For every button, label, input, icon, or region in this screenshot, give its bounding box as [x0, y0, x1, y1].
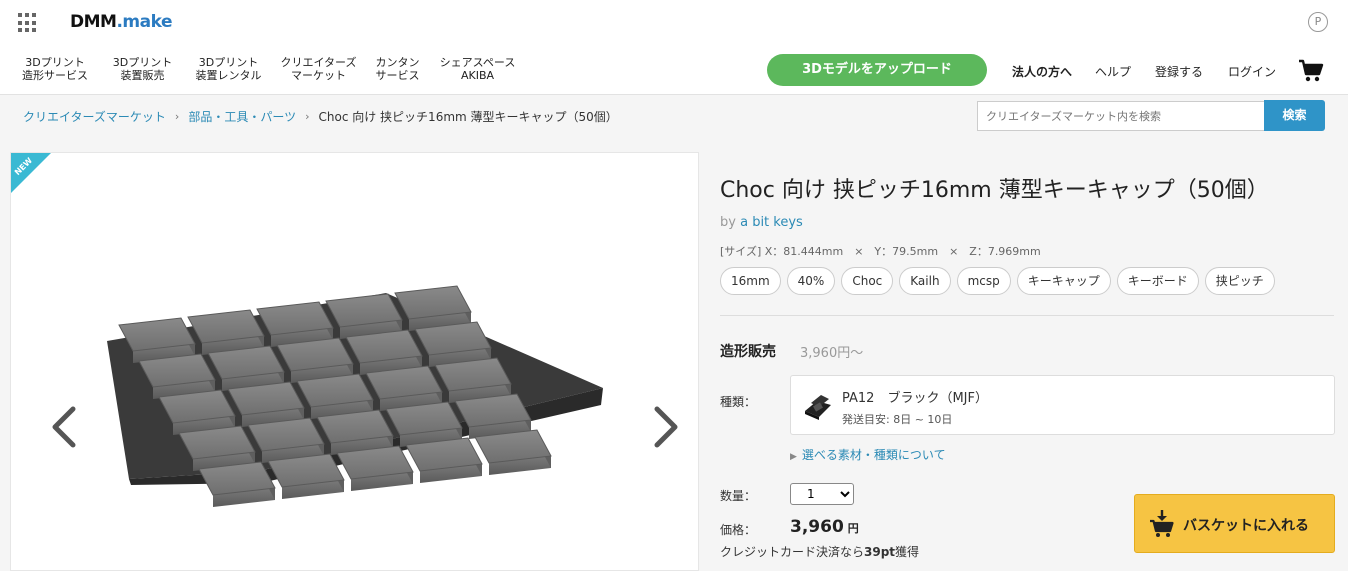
breadcrumb-separator-icon: › [174, 110, 180, 123]
logo-main: DMM [70, 12, 117, 32]
nav-item-easy-service[interactable]: カンタン サービス [365, 56, 430, 82]
price-label: 価格： [720, 523, 757, 537]
price-unit: 円 [847, 522, 859, 535]
material-thumbnail-icon [805, 395, 831, 420]
nav-label-line2: 装置販売 [120, 69, 165, 82]
credit-point-note: クレジットカード決済なら39pt獲得 [720, 543, 919, 560]
site-header: DMM.make P 3Dプリント 造形サービス 3Dプリント 装置販売 3Dプ… [0, 0, 1348, 95]
next-image-icon[interactable] [651, 405, 681, 449]
material-info-link[interactable]: ▶ 選べる素材・種類について [790, 446, 946, 463]
nav-item-creators-market[interactable]: クリエイターズ マーケット [272, 56, 365, 82]
material-name: PA12 ブラック（MJF） [842, 391, 988, 406]
product-image-viewer: NEW [10, 152, 699, 571]
credit-suffix: 獲得 [895, 545, 920, 559]
product-size: [サイズ] X：81.444mm × Y：79.5mm × Z：7.969mm [720, 245, 1041, 258]
price-value: 3,960 円 [790, 517, 859, 537]
logo-suffix: .make [116, 12, 172, 32]
material-selector[interactable]: PA12 ブラック（MJF） 発送目安: 8日 ~ 10日 [790, 375, 1335, 435]
nav-label-line1: カンタン [375, 56, 420, 69]
nav-label-line2: サービス [375, 69, 420, 82]
material-info-label: 選べる素材・種類について [801, 448, 946, 462]
divider [720, 315, 1334, 316]
tag[interactable]: 16mm [720, 267, 781, 295]
tag[interactable]: mcsp [956, 267, 1011, 295]
tag[interactable]: キーボード [1116, 267, 1199, 295]
price-number: 3,960 [790, 517, 844, 537]
author-prefix: by [720, 215, 736, 230]
tag-list: 16mm 40% Choc Kailh mcsp キーキャップ キーボード 挟ピ… [720, 267, 1281, 295]
section-title: 造形販売 [720, 344, 776, 360]
cart-icon[interactable] [1298, 58, 1324, 84]
product-title: Choc 向け 挟ピッチ16mm 薄型キーキャップ（50個） [720, 178, 1269, 203]
product-author: by a bit keys [720, 215, 803, 230]
search-input[interactable] [977, 101, 1265, 131]
breadcrumb: クリエイターズマーケット › 部品・工具・パーツ › Choc 向け 挟ピッチ1… [23, 108, 618, 125]
app-grid-icon[interactable] [18, 13, 38, 33]
search-button[interactable]: 検索 [1264, 100, 1325, 131]
tag[interactable]: 40% [786, 267, 836, 295]
credit-points: 39pt [864, 545, 896, 559]
main-nav: 3Dプリント 造形サービス 3Dプリント 装置販売 3Dプリント 装置レンタル … [10, 56, 525, 82]
nav-label-line1: 3Dプリント [25, 56, 85, 69]
nav-item-print-service[interactable]: 3Dプリント 造形サービス [10, 56, 100, 82]
login-link[interactable]: ログイン [1228, 63, 1276, 80]
credit-prefix: クレジットカード決済なら [720, 545, 865, 559]
nav-label-line1: 3Dプリント [112, 56, 173, 69]
quantity-select[interactable]: 1 [790, 483, 854, 505]
material-shipping: 発送目安: 8日 ~ 10日 [842, 413, 953, 426]
material-label: 種類： [720, 395, 757, 409]
corporate-link[interactable]: 法人の方へ [1012, 63, 1072, 80]
breadcrumb-current: Choc 向け 挟ピッチ16mm 薄型キーキャップ（50個） [318, 110, 618, 124]
breadcrumb-link-category[interactable]: 部品・工具・パーツ [188, 108, 296, 125]
nav-label-line2: AKIBA [460, 69, 495, 82]
help-link[interactable]: ヘルプ [1095, 63, 1131, 80]
tag[interactable]: Choc [841, 267, 894, 295]
nav-label-line2: 装置レンタル [195, 69, 262, 82]
nav-label-line1: 3Dプリント [198, 56, 259, 69]
upload-3d-model-button[interactable]: 3Dモデルをアップロード [767, 54, 987, 86]
tag[interactable]: Kailh [899, 267, 951, 295]
section-price: 3,960円〜 [800, 346, 864, 361]
keycap-model-image [107, 285, 603, 507]
nav-label-line2: 造形サービス [22, 69, 88, 82]
basket-label: バスケットに入れる [1183, 518, 1309, 534]
breadcrumb-separator-icon: › [305, 110, 310, 123]
nav-item-share-space[interactable]: シェアスペース AKIBA [430, 56, 525, 82]
breadcrumb-link-market[interactable]: クリエイターズマーケット [23, 108, 166, 125]
caret-right-icon: ▶ [790, 452, 797, 462]
nav-label-line2: マーケット [291, 69, 346, 82]
add-to-basket-button[interactable]: バスケットに入れる [1134, 494, 1335, 553]
nav-item-printer-rental[interactable]: 3Dプリント 装置レンタル [185, 56, 272, 82]
site-logo[interactable]: DMM.make [70, 12, 172, 32]
author-link[interactable]: a bit keys [740, 215, 803, 230]
add-to-cart-icon [1150, 510, 1174, 537]
tag[interactable]: キーキャップ [1016, 267, 1111, 295]
quantity-label: 数量： [720, 489, 757, 503]
tag[interactable]: 挟ピッチ [1204, 267, 1275, 295]
register-link[interactable]: 登録する [1155, 63, 1203, 80]
point-icon[interactable]: P [1308, 12, 1328, 32]
nav-label-line1: シェアスペース [439, 56, 516, 69]
nav-item-printer-sales[interactable]: 3Dプリント 装置販売 [100, 56, 185, 82]
nav-label-line1: クリエイターズ [280, 56, 357, 69]
previous-image-icon[interactable] [49, 405, 79, 449]
